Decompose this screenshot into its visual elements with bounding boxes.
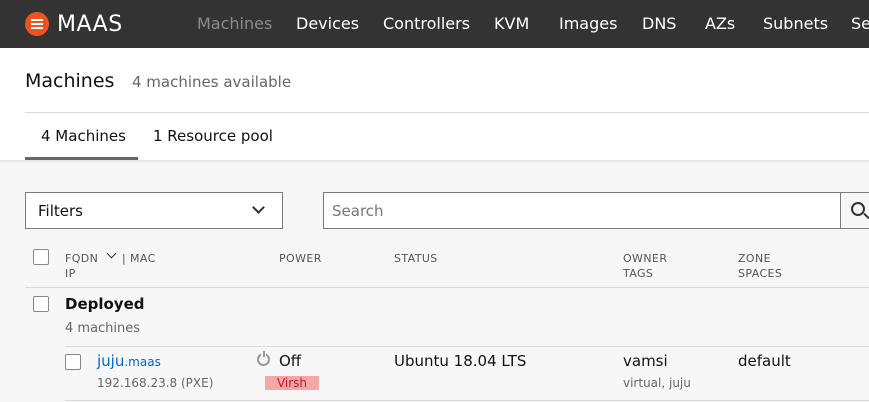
group-count: 4 machines	[65, 321, 141, 336]
logo-text: MAAS	[57, 11, 123, 37]
page-title: Machines	[25, 70, 115, 92]
machine-ip: 192.168.23.8 (PXE)	[97, 376, 214, 390]
nav-item-devices[interactable]: Devices	[296, 14, 359, 33]
machine-row-checkbox[interactable]	[65, 354, 81, 370]
page-subtitle: 4 machines available	[132, 73, 292, 91]
search-button[interactable]	[840, 192, 869, 229]
machine-status: Ubuntu 18.04 LTS	[394, 352, 527, 370]
power-type-badge: Virsh	[265, 376, 319, 390]
group-divider	[65, 346, 869, 347]
nav-item-azs[interactable]: AZs	[705, 14, 735, 33]
filters-dropdown[interactable]: Filters	[25, 192, 283, 229]
column-header-spaces: SPACES	[738, 267, 783, 280]
column-header-fqdn[interactable]: FQDN	[65, 251, 98, 266]
chevron-down-icon	[252, 201, 265, 214]
column-header-power[interactable]: POWER	[279, 251, 322, 266]
maas-logo-icon	[25, 12, 49, 36]
search-icon-handle	[863, 212, 869, 220]
column-header-status[interactable]: STATUS	[394, 251, 438, 266]
column-header-owner[interactable]: OWNER	[623, 251, 667, 266]
search-field[interactable]	[323, 192, 841, 229]
machine-hostname[interactable]: juju	[97, 352, 124, 370]
power-icon	[257, 351, 270, 366]
row-divider	[65, 400, 869, 401]
page-header: Machines 4 machines available 4 Machines…	[0, 48, 869, 160]
nav-item-kvm[interactable]: KVM	[494, 14, 529, 33]
machine-tags: virtual, juju	[623, 376, 691, 390]
column-header-ip: IP	[65, 267, 76, 280]
column-header-mac[interactable]: | MAC	[122, 251, 156, 266]
maas-logo[interactable]: MAAS	[25, 11, 123, 37]
machine-power-state[interactable]: Off	[279, 352, 301, 370]
nav-item-images[interactable]: Images	[559, 14, 617, 33]
select-all-checkbox[interactable]	[33, 249, 49, 265]
machine-zone[interactable]: default	[738, 352, 791, 370]
tab-resource-pool[interactable]: 1 Resource pool	[153, 127, 273, 145]
header-shadow	[0, 160, 869, 163]
filters-label: Filters	[38, 202, 83, 220]
header-divider	[25, 112, 869, 113]
nav-item-subnets[interactable]: Subnets	[763, 14, 828, 33]
group-title[interactable]: Deployed	[65, 295, 145, 313]
search-input[interactable]	[324, 193, 840, 228]
column-header-tags: TAGS	[623, 267, 654, 280]
nav-item-machines[interactable]: Machines	[197, 14, 272, 33]
top-navigation: MAAS Machines Devices Controllers KVM Im…	[0, 0, 869, 48]
column-header-zone[interactable]: ZONE	[738, 251, 771, 266]
nav-item-dns[interactable]: DNS	[642, 14, 676, 33]
machine-fqdn-link[interactable]: juju.maas	[97, 352, 161, 370]
machine-domain[interactable]: .maas	[124, 355, 160, 369]
nav-item-settings[interactable]: Se	[851, 14, 869, 33]
nav-item-controllers[interactable]: Controllers	[383, 14, 470, 33]
machine-owner: vamsi	[623, 352, 668, 370]
sort-chevron-down-icon[interactable]	[106, 248, 117, 259]
tab-machines[interactable]: 4 Machines	[41, 127, 126, 145]
table-header-divider	[25, 287, 869, 288]
group-checkbox[interactable]	[33, 296, 49, 312]
